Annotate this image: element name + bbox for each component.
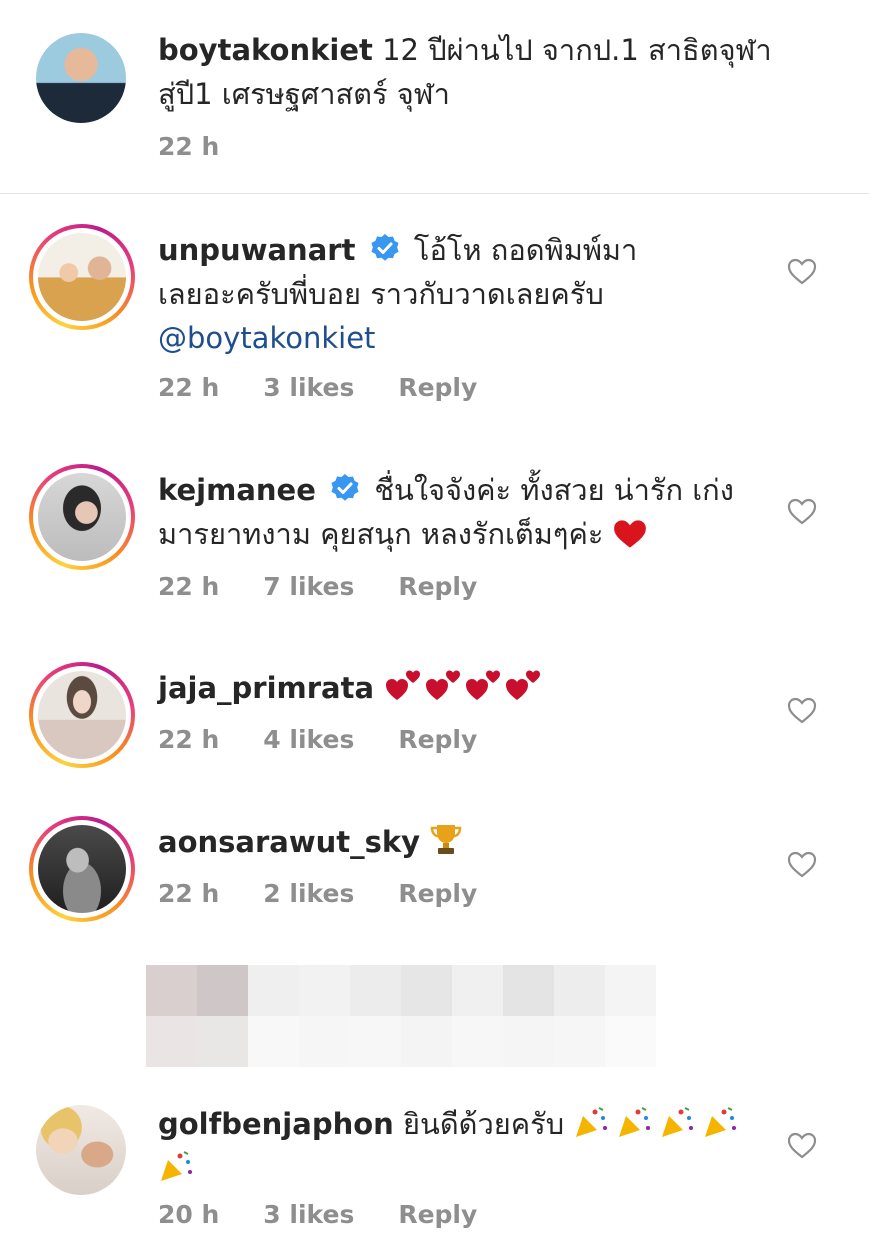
comment-meta: 22 h 2 likes Reply: [158, 879, 521, 908]
comment-text: jaja_primrata: [158, 666, 778, 710]
like-heart-icon[interactable]: [787, 497, 817, 527]
likes-count[interactable]: 2 likes: [263, 879, 354, 908]
comment-meta: 22 h 3 likes Reply: [158, 373, 521, 402]
comment-text: kejmanee ชื่นใจจังค่ะ ทั้งสวย น่ารัก เก่…: [158, 468, 778, 556]
party-popper-emoji-icon: [576, 1107, 737, 1137]
comment-username[interactable]: jaja_primrata: [158, 671, 374, 705]
pixelated-redaction: [146, 965, 656, 1067]
avatar: [38, 473, 126, 561]
comment-username[interactable]: unpuwanart: [158, 233, 355, 267]
comment-text: aonsarawut_sky: [158, 820, 778, 864]
avatar: [38, 233, 126, 321]
verified-icon: [331, 474, 359, 501]
avatar-story-ring[interactable]: [29, 816, 135, 922]
comment-text-line2: มารยาทงาม คุยสนุก หลงรักเต็มๆค่ะ: [158, 517, 604, 551]
comment-time: 20 h: [158, 1200, 220, 1229]
comment-text-line2: เลยอะครับพี่บอย ราวกับวาดเลยครับ: [158, 277, 604, 311]
comment-time: 22 h: [158, 373, 220, 402]
comment-text-line1: โอ้โห ถอดพิมพ์มา: [413, 233, 638, 267]
caption-time: 22 h: [158, 132, 220, 161]
like-heart-icon[interactable]: [787, 696, 817, 726]
reply-button[interactable]: Reply: [398, 725, 477, 754]
avatar-story-ring[interactable]: [29, 224, 135, 330]
reply-button[interactable]: Reply: [398, 879, 477, 908]
comment-time: 22 h: [158, 879, 220, 908]
party-popper-emoji-icon: [161, 1151, 192, 1181]
comment-text-line1: ชื่นใจจังค่ะ ทั้งสวย น่ารัก เก่ง: [374, 473, 734, 507]
like-heart-icon[interactable]: [787, 1131, 817, 1161]
comment-username[interactable]: golfbenjaphon: [158, 1107, 394, 1141]
comment-time: 22 h: [158, 725, 220, 754]
likes-count[interactable]: 3 likes: [263, 1200, 354, 1229]
comment-text: unpuwanart โอ้โห ถอดพิมพ์มา เลยอะครับพี่…: [158, 228, 778, 360]
caption-text-line1: 12 ปีผ่านไป จากป.1 สาธิตจุฬา: [372, 33, 772, 67]
like-heart-icon[interactable]: [787, 850, 817, 880]
red-heart-emoji-icon: [613, 520, 646, 548]
like-heart-icon[interactable]: [787, 257, 817, 287]
verified-icon: [371, 234, 399, 261]
heart-exclamation-emoji-icon: [386, 670, 541, 700]
comment-text-line1: ยินดีด้วยครับ: [393, 1107, 565, 1141]
comment-meta: 20 h 3 likes Reply: [158, 1200, 521, 1229]
comment-username[interactable]: kejmanee: [158, 473, 316, 507]
likes-count[interactable]: 7 likes: [263, 572, 354, 601]
caption-meta: 22 h: [158, 132, 263, 161]
comment-username[interactable]: aonsarawut_sky: [158, 825, 420, 859]
likes-count[interactable]: 4 likes: [263, 725, 354, 754]
comment-meta: 22 h 7 likes Reply: [158, 572, 521, 601]
caption-username[interactable]: boytakonkiet: [158, 33, 373, 67]
avatar: [38, 671, 126, 759]
avatar[interactable]: [36, 33, 126, 123]
reply-button[interactable]: Reply: [398, 572, 477, 601]
likes-count[interactable]: 3 likes: [263, 373, 354, 402]
caption-text: boytakonkiet 12 ปีผ่านไป จากป.1 สาธิตจุฬ…: [158, 28, 778, 116]
comment-time: 22 h: [158, 572, 220, 601]
mention-link[interactable]: @boytakonkiet: [158, 321, 375, 355]
trophy-emoji-icon: [431, 825, 462, 854]
reply-button[interactable]: Reply: [398, 1200, 477, 1229]
avatar: [38, 825, 126, 913]
comment-text: golfbenjaphon ยินดีด้วยครับ: [158, 1102, 778, 1190]
post-caption: boytakonkiet 12 ปีผ่านไป จากป.1 สาธิตจุฬ…: [0, 0, 869, 194]
avatar[interactable]: [36, 1105, 126, 1195]
reply-button[interactable]: Reply: [398, 373, 477, 402]
comment-meta: 22 h 4 likes Reply: [158, 725, 521, 754]
avatar-story-ring[interactable]: [29, 464, 135, 570]
caption-text-line2: สู่ปี1 เศรษฐศาสตร์ จุฬา: [158, 77, 450, 111]
avatar-story-ring[interactable]: [29, 662, 135, 768]
